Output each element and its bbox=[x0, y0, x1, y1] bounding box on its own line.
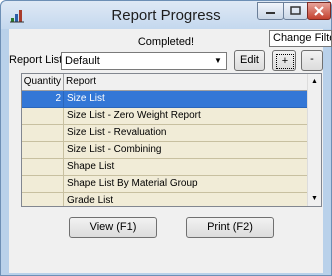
report-progress-window: Report Progress Completed! Report List: … bbox=[0, 0, 332, 276]
report-cell: Shape List By Material Group bbox=[64, 176, 308, 193]
maximize-button[interactable] bbox=[283, 2, 308, 20]
title-bar[interactable]: Report Progress bbox=[1, 1, 331, 29]
table-row[interactable]: Size List - Combining bbox=[22, 142, 308, 159]
report-list-label: Report List: bbox=[9, 54, 66, 66]
table-row[interactable]: 2 Size List bbox=[22, 91, 308, 108]
report-cell: Grade List bbox=[64, 193, 308, 206]
report-cell: Size List - Zero Weight Report bbox=[64, 108, 308, 125]
grid-header: Quantity Report bbox=[22, 74, 308, 91]
client-area: Completed! Report List: Default ▼ Edit +… bbox=[9, 29, 323, 273]
report-cell: Size List bbox=[64, 91, 308, 108]
quantity-cell bbox=[22, 159, 64, 176]
quantity-cell: 2 bbox=[22, 91, 64, 108]
table-row[interactable]: Shape List bbox=[22, 159, 308, 176]
add-button[interactable]: + bbox=[272, 50, 296, 71]
maximize-icon bbox=[290, 6, 301, 15]
table-row[interactable]: Size List - Zero Weight Report bbox=[22, 108, 308, 125]
minimize-icon bbox=[266, 12, 275, 14]
column-header-report[interactable]: Report bbox=[64, 74, 308, 90]
minimize-button[interactable] bbox=[257, 2, 284, 20]
report-grid[interactable]: Quantity Report 2 Size List Size List - … bbox=[21, 73, 322, 207]
quantity-cell bbox=[22, 142, 64, 159]
edit-button[interactable]: Edit bbox=[234, 50, 265, 71]
report-list-dropdown[interactable]: Default ▼ bbox=[61, 52, 227, 70]
add-button-label: + bbox=[276, 54, 294, 69]
report-cell: Size List - Revaluation bbox=[64, 125, 308, 142]
report-cell: Shape List bbox=[64, 159, 308, 176]
remove-button[interactable]: - bbox=[301, 50, 323, 71]
column-header-quantity[interactable]: Quantity bbox=[22, 74, 64, 90]
report-cell: Size List - Combining bbox=[64, 142, 308, 159]
grid-scrollbar[interactable]: ▲ ▼ bbox=[307, 74, 321, 206]
quantity-cell bbox=[22, 125, 64, 142]
quantity-cell bbox=[22, 193, 64, 206]
quantity-cell bbox=[22, 176, 64, 193]
view-button[interactable]: View (F1) bbox=[69, 217, 157, 238]
scroll-up-icon[interactable]: ▲ bbox=[308, 75, 321, 88]
close-icon bbox=[314, 6, 324, 16]
print-button[interactable]: Print (F2) bbox=[186, 217, 274, 238]
table-row[interactable]: Grade List bbox=[22, 193, 308, 206]
table-row[interactable]: Shape List By Material Group bbox=[22, 176, 308, 193]
quantity-cell bbox=[22, 108, 64, 125]
scroll-down-icon[interactable]: ▼ bbox=[308, 192, 321, 205]
close-button[interactable] bbox=[307, 2, 331, 20]
report-list-value: Default bbox=[65, 55, 100, 67]
chevron-down-icon[interactable]: ▼ bbox=[211, 54, 225, 68]
table-row[interactable]: Size List - Revaluation bbox=[22, 125, 308, 142]
change-filters-tooltip: Change Filters bbox=[269, 30, 332, 47]
